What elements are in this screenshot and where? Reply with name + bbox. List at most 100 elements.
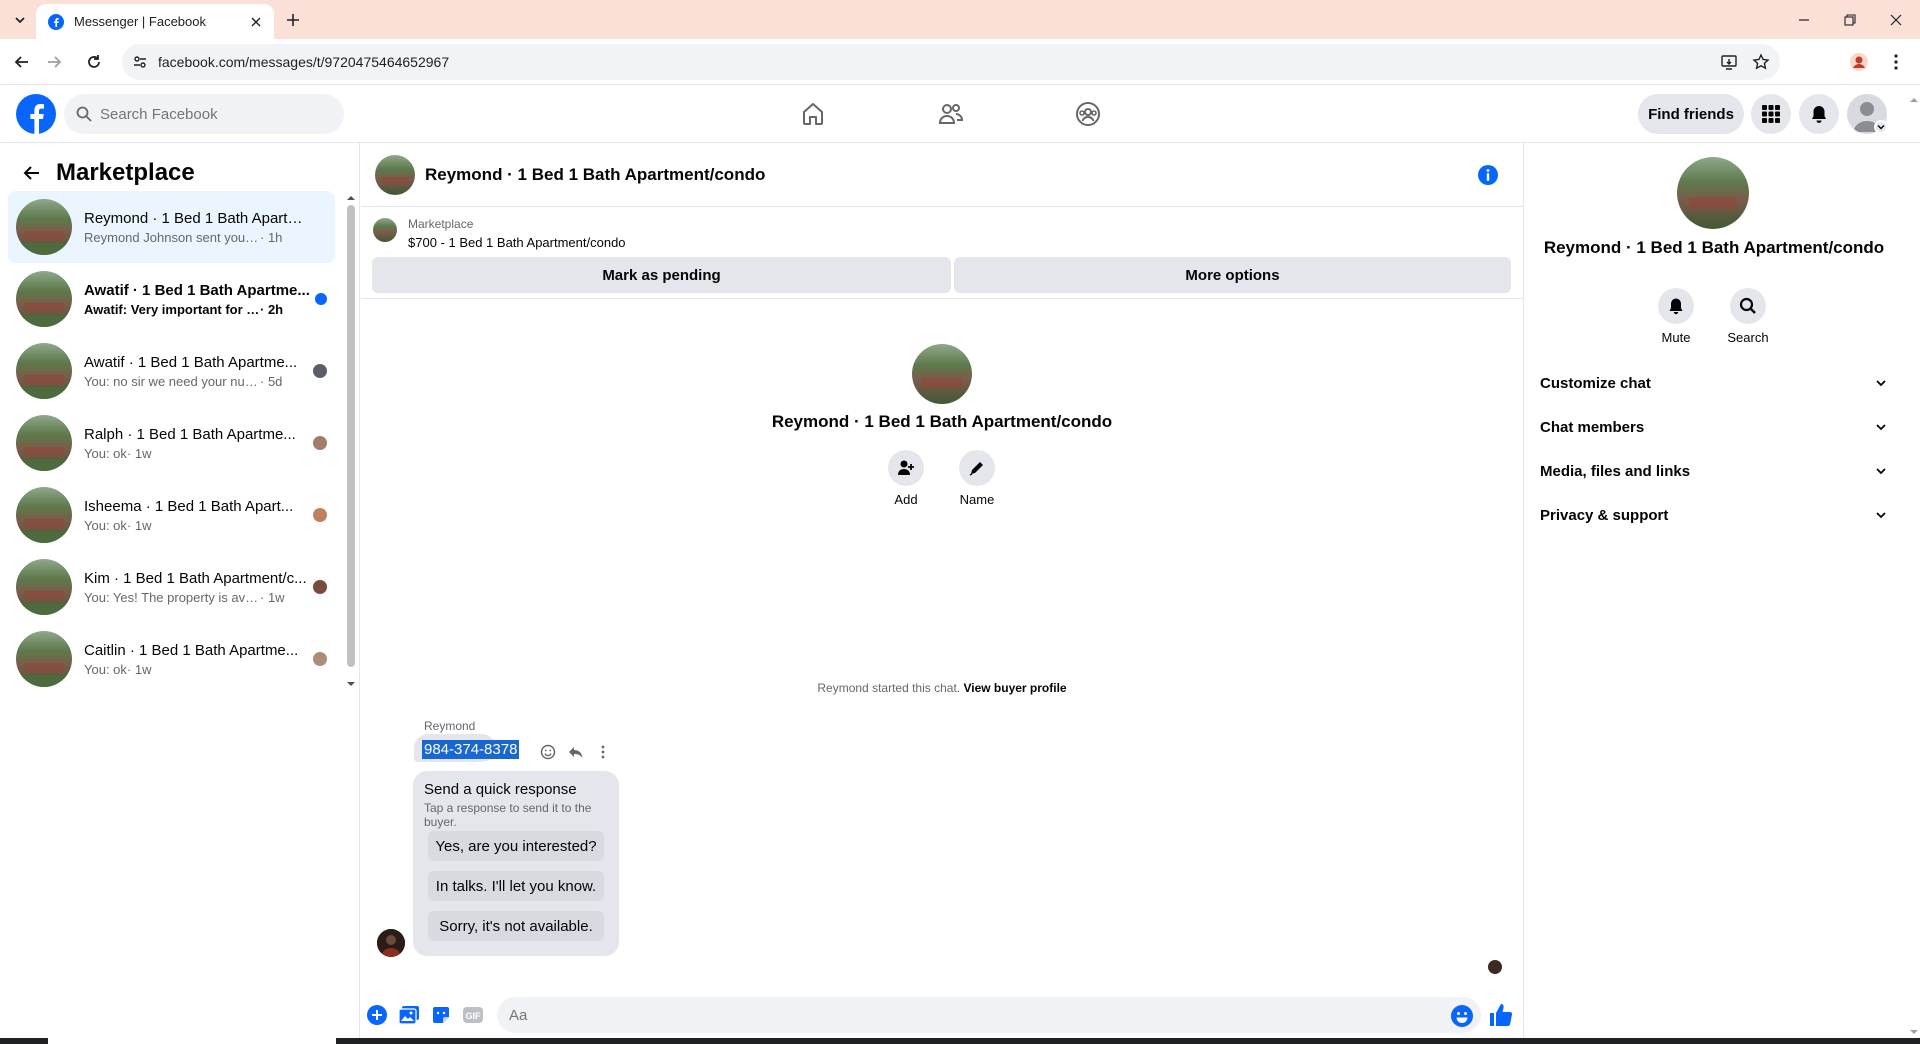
back-button[interactable] <box>6 46 38 78</box>
nav-home[interactable] <box>789 94 837 134</box>
sticker-button[interactable] <box>429 1003 453 1027</box>
facebook-search[interactable] <box>64 94 344 134</box>
thumbs-up-icon[interactable] <box>1488 1002 1514 1028</box>
profile-avatar-icon <box>1850 53 1868 71</box>
scroll-down-icon[interactable] <box>1908 1027 1920 1037</box>
view-buyer-profile-link[interactable]: View buyer profile <box>963 681 1066 695</box>
gif-button[interactable]: GIF <box>461 1003 485 1027</box>
mute-button[interactable]: Mute <box>1646 288 1706 345</box>
listing-title[interactable]: $700 - 1 Bed 1 Bath Apartment/condo <box>408 235 626 250</box>
conversation-item[interactable]: Isheema · 1 Bed 1 Bath Apart... You: ok ·… <box>8 479 335 551</box>
sender-avatar[interactable] <box>377 929 405 957</box>
mark-as-pending-button[interactable]: Mark as pending <box>372 257 951 293</box>
listing-thumbnail[interactable] <box>373 218 397 242</box>
chat-started-notice: Reymond started this chat. View buyer pr… <box>361 681 1523 695</box>
conversation-snippet: You: Yes! The property is available ... <box>84 589 260 605</box>
media-files-links-section[interactable]: Media, files and links <box>1540 451 1888 491</box>
add-label: Add <box>894 492 918 507</box>
name-chat-button[interactable]: Name <box>947 450 1007 507</box>
bookmark-star-icon[interactable] <box>1752 53 1770 71</box>
account-dropdown-icon[interactable] <box>1874 120 1888 134</box>
message-more-button[interactable] <box>592 741 614 763</box>
react-button[interactable] <box>537 741 559 763</box>
plus-icon <box>287 14 299 26</box>
chat-header-avatar[interactable] <box>375 154 415 195</box>
conversation-name: Reymond · 1 Bed 1 Bath Apartm... <box>84 209 310 227</box>
browser-menu-button[interactable] <box>1880 46 1912 78</box>
mute-label: Mute <box>1661 330 1691 345</box>
svg-text:GIF: GIF <box>466 1011 482 1021</box>
conversation-list: Reymond · 1 Bed 1 Bath Apartm... Reymond … <box>8 191 335 695</box>
emoji-icon[interactable] <box>1450 1004 1474 1028</box>
scroll-up-icon[interactable] <box>345 193 357 203</box>
conversation-item[interactable]: Caitlin · 1 Bed 1 Bath Apartme... You: ok… <box>8 623 335 695</box>
conversation-thumbnail <box>16 559 72 615</box>
reply-icon <box>569 747 583 758</box>
conversation-item[interactable]: Reymond · 1 Bed 1 Bath Apartm... Reymond … <box>8 191 335 263</box>
close-window-button[interactable] <box>1873 0 1919 39</box>
scroll-down-icon[interactable] <box>345 679 357 689</box>
nav-friends[interactable] <box>927 94 975 134</box>
conversation-item[interactable]: Ralph · 1 Bed 1 Bath Apartme... You: ok ·… <box>8 407 335 479</box>
quick-response-in-talks[interactable]: In talks. I'll let you know. <box>428 871 604 901</box>
conversation-snippet: You: ok <box>84 661 127 677</box>
conversation-thumbnail <box>16 199 72 255</box>
info-icon[interactable] <box>1477 164 1499 186</box>
install-app-icon[interactable] <box>1720 53 1738 71</box>
pencil-icon <box>969 462 983 476</box>
friends-icon <box>938 104 964 124</box>
privacy-support-section[interactable]: Privacy & support <box>1540 495 1888 535</box>
scrollbar-thumb[interactable] <box>347 205 355 667</box>
site-settings-icon[interactable] <box>132 54 148 70</box>
chevron-down-icon <box>1876 512 1886 519</box>
more-options-button[interactable]: More options <box>954 257 1511 293</box>
quick-response-interested[interactable]: Yes, are you interested? <box>428 831 604 861</box>
find-friends-button[interactable]: Find friends <box>1638 94 1744 134</box>
photo-icon <box>398 1006 419 1025</box>
conversation-name: Awatif · 1 Bed 1 Bath Apartme... <box>84 281 310 299</box>
conversation-snippet: You: no sir we need your numbe... <box>84 373 260 389</box>
groups-icon <box>1076 102 1100 126</box>
reply-button[interactable] <box>565 741 587 763</box>
url-text: facebook.com/messages/t/9720475464652967 <box>158 54 450 70</box>
chat-members-section[interactable]: Chat members <box>1540 407 1888 447</box>
section-label: Chat members <box>1540 418 1645 436</box>
sidebar-back-button[interactable] <box>14 155 50 191</box>
reload-button[interactable] <box>78 46 110 78</box>
facebook-logo-icon[interactable] <box>16 94 56 134</box>
conversation-item[interactable]: Kim · 1 Bed 1 Bath Apartment/c... You: Ye… <box>8 551 335 623</box>
browser-tab[interactable]: Messenger | Facebook <box>36 4 274 39</box>
menu-button[interactable] <box>1751 94 1791 134</box>
chat-title[interactable]: Reymond · 1 Bed 1 Bath Apartment/condo <box>425 165 765 185</box>
minimize-window-button[interactable] <box>1781 0 1827 39</box>
add-people-button[interactable]: Add <box>876 450 936 507</box>
attach-media-button[interactable] <box>397 1003 421 1027</box>
marketplace-label: Marketplace <box>408 217 474 231</box>
new-tab-button[interactable] <box>280 7 306 33</box>
address-bar[interactable]: facebook.com/messages/t/9720475464652967 <box>122 44 1780 80</box>
more-actions-button[interactable] <box>365 1003 389 1027</box>
chevron-down-icon <box>1876 468 1886 475</box>
forward-button[interactable] <box>38 46 70 78</box>
browser-profile-button[interactable] <box>1843 46 1875 78</box>
search-in-chat-button[interactable]: Search <box>1718 288 1778 345</box>
scroll-up-icon[interactable] <box>1908 95 1920 105</box>
restore-window-button[interactable] <box>1827 0 1873 39</box>
close-tab-icon[interactable] <box>246 12 266 32</box>
search-icon <box>76 106 92 122</box>
message-input[interactable] <box>497 997 1481 1033</box>
intro-avatar <box>912 344 972 404</box>
sidebar-scrollbar[interactable] <box>345 191 357 691</box>
tab-list-button[interactable] <box>8 8 32 32</box>
nav-groups[interactable] <box>1064 94 1112 134</box>
facebook-search-input[interactable] <box>100 105 320 123</box>
customize-chat-section[interactable]: Customize chat <box>1540 363 1888 403</box>
message-text-selected[interactable]: 984-374-8378 <box>422 740 520 759</box>
conversation-item[interactable]: Awatif · 1 Bed 1 Bath Apartme... You: no … <box>8 335 335 407</box>
page-scrollbar[interactable] <box>1907 98 1920 1044</box>
details-avatar[interactable] <box>1677 157 1749 229</box>
notifications-button[interactable] <box>1799 94 1839 134</box>
sticker-icon <box>433 1007 449 1023</box>
quick-response-not-available[interactable]: Sorry, it's not available. <box>428 911 604 941</box>
conversation-item[interactable]: Awatif · 1 Bed 1 Bath Apartme... Awatif: … <box>8 263 335 335</box>
